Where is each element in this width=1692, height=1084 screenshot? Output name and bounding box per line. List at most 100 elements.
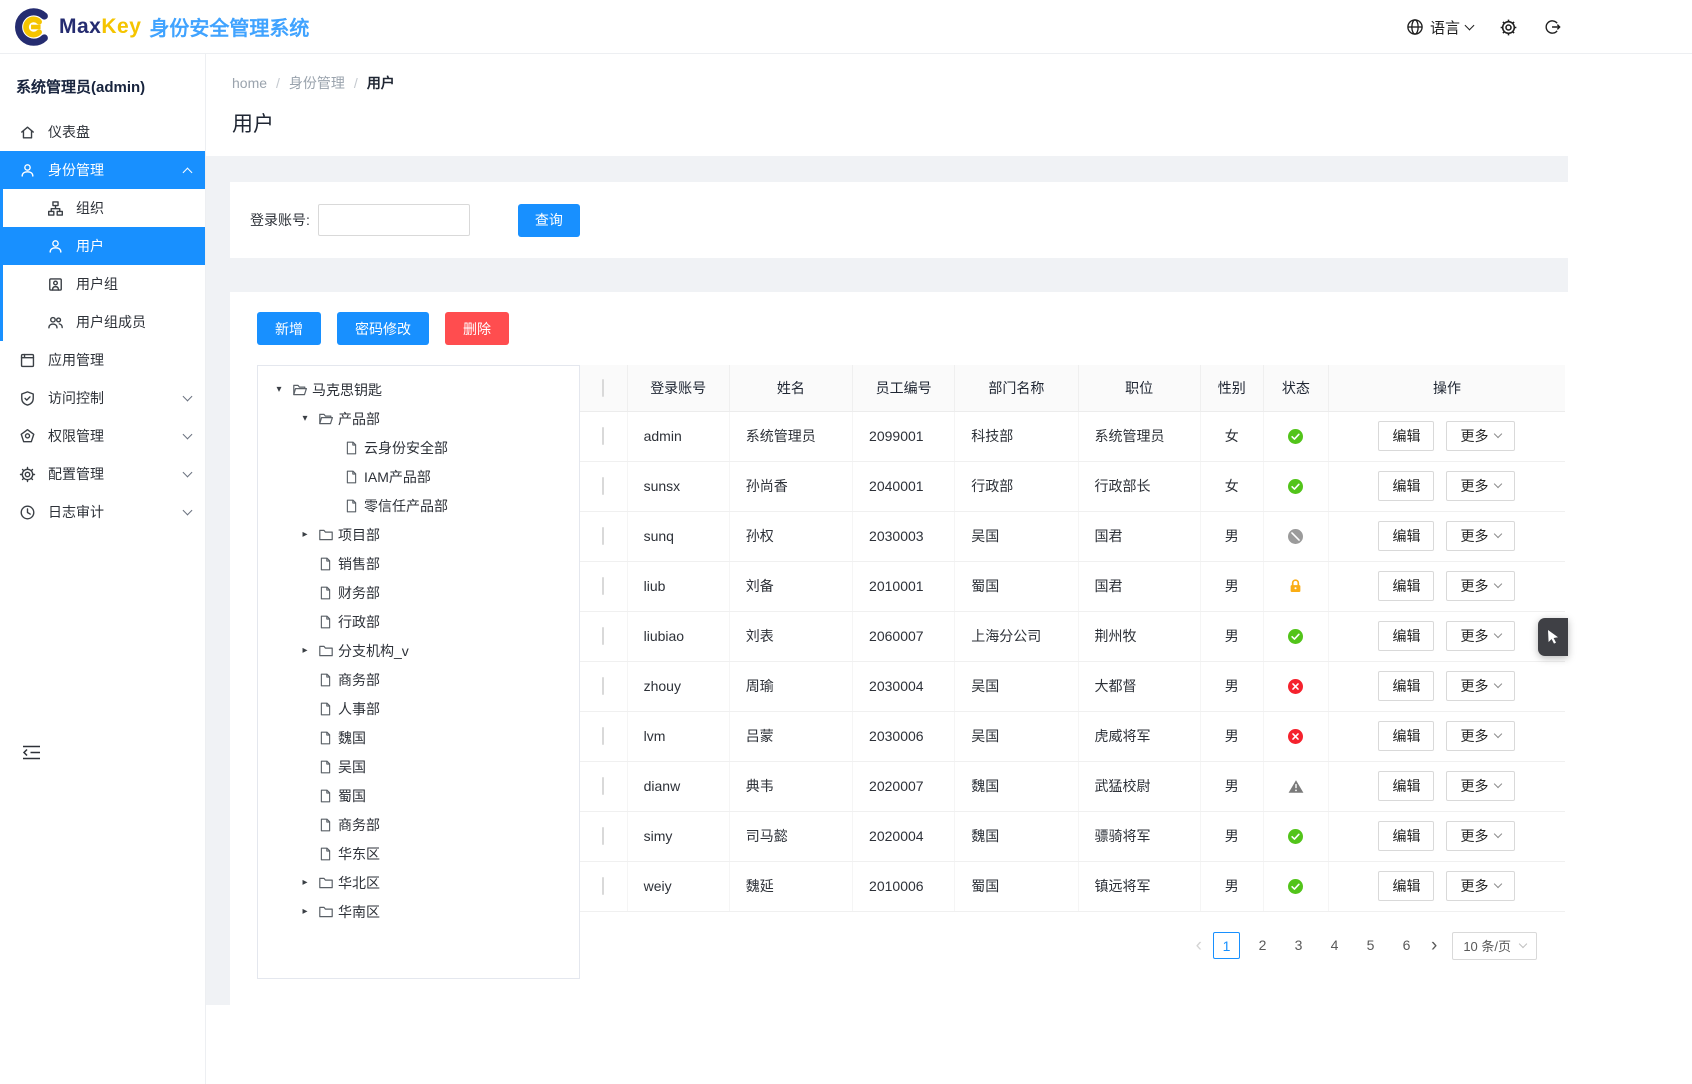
more-button[interactable]: 更多 <box>1446 521 1515 551</box>
sidebar-item-audit[interactable]: 日志审计 <box>0 493 205 531</box>
previous-page-button[interactable]: ‹ <box>1194 936 1204 955</box>
tree-node[interactable]: 吴国 <box>258 752 579 781</box>
sidebar-item-configuration[interactable]: 配置管理 <box>0 455 205 493</box>
row-checkbox[interactable] <box>602 677 604 695</box>
edit-button[interactable]: 编辑 <box>1378 471 1434 501</box>
floating-helper-button[interactable] <box>1538 618 1568 656</box>
sidebar-item-identity[interactable]: 身份管理 <box>3 151 205 189</box>
more-button[interactable]: 更多 <box>1446 621 1515 651</box>
sidebar-item-users[interactable]: 用户 <box>3 227 205 265</box>
row-checkbox[interactable] <box>602 777 604 795</box>
edit-button[interactable]: 编辑 <box>1378 721 1434 751</box>
edit-button[interactable]: 编辑 <box>1378 871 1434 901</box>
sidebar-item-user-groups[interactable]: 用户组 <box>3 265 205 303</box>
tree-node[interactable]: ▸华南区 <box>258 897 579 926</box>
users-table: 登录账号姓名员工编号部门名称职位性别状态操作 admin系统管理员2099001… <box>580 365 1565 912</box>
select-all-checkbox[interactable] <box>602 379 604 397</box>
row-checkbox[interactable] <box>602 827 604 845</box>
collapse-sidebar-button[interactable] <box>22 744 41 761</box>
caret-right-icon[interactable]: ▸ <box>292 906 318 917</box>
caret-right-icon[interactable]: ▸ <box>292 529 318 540</box>
edit-button[interactable]: 编辑 <box>1378 571 1434 601</box>
more-button[interactable]: 更多 <box>1446 771 1515 801</box>
more-button[interactable]: 更多 <box>1446 421 1515 451</box>
tree-node[interactable]: ▾ 产品部 <box>258 404 579 433</box>
add-button[interactable]: 新增 <box>257 312 321 345</box>
tree-node[interactable]: IAM产品部 <box>258 462 579 491</box>
row-checkbox[interactable] <box>602 627 604 645</box>
actions-cell: 编辑更多 <box>1328 761 1565 811</box>
more-button[interactable]: 更多 <box>1446 821 1515 851</box>
caret-right-icon[interactable]: ▸ <box>292 645 318 656</box>
breadcrumb-item[interactable]: home <box>232 75 267 91</box>
tree-node[interactable]: 人事部 <box>258 694 579 723</box>
more-button[interactable]: 更多 <box>1446 571 1515 601</box>
page-number-4[interactable]: 4 <box>1321 932 1348 959</box>
page-number-2[interactable]: 2 <box>1249 932 1276 959</box>
row-checkbox[interactable] <box>602 477 604 495</box>
tree-node[interactable]: 蜀国 <box>258 781 579 810</box>
edit-button[interactable]: 编辑 <box>1378 521 1434 551</box>
tree-node[interactable]: 零信任产品部 <box>258 491 579 520</box>
tree-node[interactable]: ▸分支机构_v <box>258 636 579 665</box>
sidebar-item-user-group-members[interactable]: 用户组成员 <box>3 303 205 341</box>
tree-node[interactable]: 销售部 <box>258 549 579 578</box>
more-button[interactable]: 更多 <box>1446 671 1515 701</box>
tree-node[interactable]: ▸项目部 <box>258 520 579 549</box>
more-button[interactable]: 更多 <box>1446 871 1515 901</box>
edit-button[interactable]: 编辑 <box>1378 671 1434 701</box>
caret-down-icon[interactable]: ▾ <box>292 413 318 424</box>
row-checkbox[interactable] <box>602 877 604 895</box>
delete-button[interactable]: 删除 <box>445 312 509 345</box>
row-select-cell <box>580 661 627 711</box>
job-title-cell: 虎威将军 <box>1078 711 1200 761</box>
tree-node-label: 产品部 <box>338 409 380 429</box>
tree-node[interactable]: 行政部 <box>258 607 579 636</box>
sidebar-item-dashboard[interactable]: 仪表盘 <box>0 113 205 151</box>
folder-open-icon <box>318 411 337 427</box>
sidebar-item-access-control[interactable]: 访问控制 <box>0 379 205 417</box>
sidebar-item-applications[interactable]: 应用管理 <box>0 341 205 379</box>
page-number-1[interactable]: 1 <box>1213 932 1240 959</box>
job-title-cell: 荆州牧 <box>1078 611 1200 661</box>
tree-node-label: 商务部 <box>338 815 380 835</box>
edit-button[interactable]: 编辑 <box>1378 771 1434 801</box>
breadcrumb-item[interactable]: 身份管理 <box>289 73 345 93</box>
row-checkbox[interactable] <box>602 427 604 445</box>
tree-node[interactable]: 财务部 <box>258 578 579 607</box>
tree-node[interactable]: ▸华北区 <box>258 868 579 897</box>
tree-node[interactable]: 魏国 <box>258 723 579 752</box>
status-active-icon <box>1264 629 1328 644</box>
edit-button[interactable]: 编辑 <box>1378 821 1434 851</box>
tree-node[interactable]: ▾马克思钥匙 <box>258 375 579 404</box>
row-select-cell <box>580 461 627 511</box>
login-account-input[interactable] <box>318 204 470 236</box>
page-size-select[interactable]: 10 条/页 <box>1452 932 1537 960</box>
page-number-3[interactable]: 3 <box>1285 932 1312 959</box>
change-password-button[interactable]: 密码修改 <box>337 312 429 345</box>
sidebar-item-permissions[interactable]: 权限管理 <box>0 417 205 455</box>
tree-node[interactable]: 商务部 <box>258 810 579 839</box>
query-button[interactable]: 查询 <box>518 204 580 237</box>
caret-right-icon[interactable]: ▸ <box>292 877 318 888</box>
tree-node[interactable]: 云身份安全部 <box>258 433 579 462</box>
row-checkbox[interactable] <box>602 727 604 745</box>
next-page-button[interactable]: › <box>1429 936 1439 955</box>
job-title-cell: 行政部长 <box>1078 461 1200 511</box>
language-selector[interactable]: 语言 <box>1406 17 1473 38</box>
edit-button[interactable]: 编辑 <box>1378 621 1434 651</box>
page-number-6[interactable]: 6 <box>1393 932 1420 959</box>
row-checkbox[interactable] <box>602 527 604 545</box>
more-button[interactable]: 更多 <box>1446 471 1515 501</box>
more-button[interactable]: 更多 <box>1446 721 1515 751</box>
settings-icon[interactable] <box>1499 18 1518 37</box>
tree-node[interactable]: 商务部 <box>258 665 579 694</box>
row-checkbox[interactable] <box>602 577 604 595</box>
caret-down-icon[interactable]: ▾ <box>266 384 292 395</box>
sidebar-item-organizations[interactable]: 组织 <box>3 189 205 227</box>
employee-no-cell: 2020004 <box>853 811 955 861</box>
edit-button[interactable]: 编辑 <box>1378 421 1434 451</box>
tree-node[interactable]: 华东区 <box>258 839 579 868</box>
logout-icon[interactable] <box>1544 18 1562 36</box>
page-number-5[interactable]: 5 <box>1357 932 1384 959</box>
